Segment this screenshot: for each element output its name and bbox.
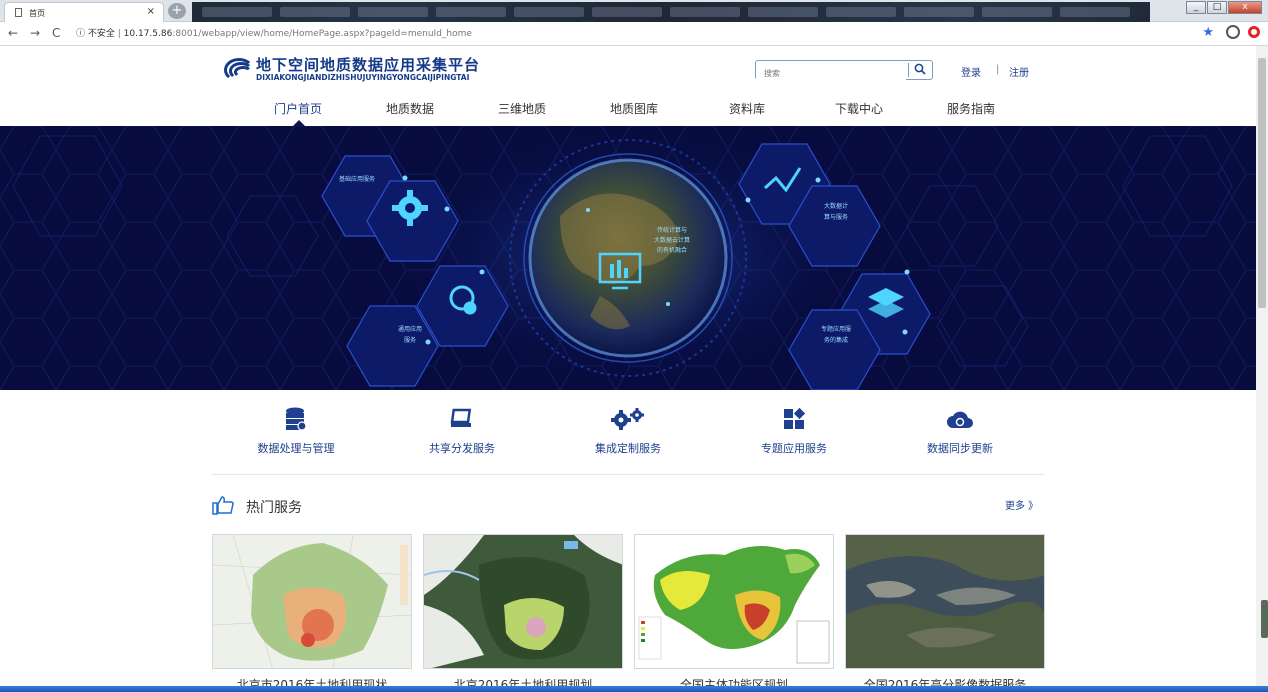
service-shortcuts: 数据处理与管理 共享分发服务 集成定制服务 专题应用服务 数据同步更新 xyxy=(0,406,1256,466)
reload-icon[interactable]: C xyxy=(52,26,60,40)
window-controls: _ □ x xyxy=(1186,1,1262,14)
hero-illustration: 基础应用服务 通用应用 服务 传统计算与 大数据云计算 的有机融合 大数据计 算… xyxy=(0,126,1256,390)
browser-tab-strip: 首页 × + _ □ x xyxy=(0,0,1268,22)
service-data-processing[interactable]: 数据处理与管理 xyxy=(236,406,356,456)
banner-label-bigdata-1: 大数据计 xyxy=(824,202,848,210)
service-sync[interactable]: 数据同步更新 xyxy=(900,406,1020,456)
section-divider xyxy=(212,474,1044,475)
nav-guide[interactable]: 服务指南 xyxy=(947,100,995,117)
search-input[interactable] xyxy=(756,64,906,83)
page-content: 地下空间地质数据应用采集平台 DIXIAKONGJIANDIZHISHUJUYI… xyxy=(0,46,1256,686)
side-panel-handle[interactable] xyxy=(1261,600,1268,638)
banner-label-basic: 基础应用服务 xyxy=(339,175,375,183)
card-caption[interactable]: 全国2016年高分影像数据服务 xyxy=(845,676,1045,686)
back-arrow-icon[interactable]: ← xyxy=(8,26,18,40)
service-label: 专题应用服务 xyxy=(761,442,827,455)
more-link[interactable]: 更多 》 xyxy=(1005,497,1038,512)
card-high-res-imagery[interactable] xyxy=(845,534,1045,669)
register-link[interactable]: 注册 xyxy=(1009,64,1029,79)
satellite-imagery-image xyxy=(846,535,1044,668)
url-path: :8001/webapp/view/home/HomePage.aspx?pag… xyxy=(172,29,472,39)
service-label: 共享分发服务 xyxy=(429,442,495,455)
security-label: 不安全 xyxy=(87,29,115,39)
card-national-function-zone[interactable] xyxy=(634,534,834,669)
site-logo[interactable]: 地下空间地质数据应用采集平台 DIXIAKONGJIANDIZHISHUJUYI… xyxy=(222,56,480,84)
banner-label-general-2: 服务 xyxy=(404,336,416,344)
hot-services-title: 热门服务 xyxy=(246,500,302,516)
os-taskbar xyxy=(0,686,1268,692)
logo-title: 地下空间地质数据应用采集平台 xyxy=(256,56,481,74)
address-bar: ← → C ⓘ 不安全 | 10.17.5.86:8001/webapp/vie… xyxy=(0,22,1268,46)
cloud-sync-icon xyxy=(900,406,1020,432)
beijing-landuse-plan-image xyxy=(424,535,622,668)
banner-label-center-2: 大数据云计算 xyxy=(654,236,690,244)
banner-label-bigdata-2: 算与服务 xyxy=(824,213,848,221)
service-label: 数据处理与管理 xyxy=(257,442,335,455)
tab-close-icon[interactable]: × xyxy=(147,6,155,17)
tab-title: 首页 xyxy=(29,9,45,18)
blurred-tabs xyxy=(192,2,1150,22)
nav-geo-data[interactable]: 地质数据 xyxy=(386,100,434,117)
nav-library[interactable]: 资料库 xyxy=(729,100,765,117)
link-divider: | xyxy=(996,64,1000,75)
new-tab-button[interactable]: + xyxy=(168,3,186,19)
extension-icon[interactable] xyxy=(1248,26,1260,38)
nav-geo-maps[interactable]: 地质图库 xyxy=(610,100,658,117)
hero-banner: 基础应用服务 通用应用 服务 传统计算与 大数据云计算 的有机融合 大数据计 算… xyxy=(0,126,1256,390)
info-icon: ⓘ xyxy=(76,29,88,39)
forward-arrow-icon[interactable]: → xyxy=(30,26,40,40)
search-icon[interactable] xyxy=(914,63,926,78)
vertical-scrollbar[interactable] xyxy=(1256,46,1268,686)
page-icon xyxy=(15,8,22,17)
url-host: 10.17.5.86 xyxy=(123,29,173,39)
service-integration[interactable]: 集成定制服务 xyxy=(568,406,688,456)
url-field[interactable]: ⓘ 不安全 | 10.17.5.86:8001/webapp/view/home… xyxy=(76,26,472,39)
nav-download[interactable]: 下载中心 xyxy=(835,100,883,117)
card-beijing-landuse-status[interactable] xyxy=(212,534,412,669)
logo-swoosh-icon xyxy=(222,56,256,84)
banner-label-center-3: 的有机融合 xyxy=(657,246,687,254)
beijing-landuse-map-image xyxy=(213,535,411,668)
gears-icon xyxy=(568,406,688,432)
search-box xyxy=(755,60,933,83)
card-caption[interactable]: 北京2016年土地利用规划 xyxy=(423,676,623,686)
apps-grid-icon xyxy=(734,406,854,432)
main-nav: 门户首页 地质数据 三维地质 地质图库 资料库 下载中心 服务指南 xyxy=(0,100,1256,122)
service-label: 数据同步更新 xyxy=(927,442,993,455)
minimize-button[interactable]: _ xyxy=(1186,1,1206,14)
database-icon xyxy=(236,406,356,432)
bookmark-star-icon[interactable]: ★ xyxy=(1202,25,1214,40)
nav-3d-geology[interactable]: 三维地质 xyxy=(498,100,546,117)
account-icon[interactable] xyxy=(1226,25,1240,39)
card-caption[interactable]: 北京市2016年土地利用现状 xyxy=(212,676,412,686)
china-function-zone-map-image xyxy=(635,535,833,668)
banner-label-topic-1: 专题应用服 xyxy=(821,325,851,333)
logo-subtitle: DIXIAKONGJIANDIZHISHUJUYINGYONGCAIJIPING… xyxy=(256,73,470,82)
banner-label-general-1: 通用应用 xyxy=(398,325,422,333)
service-share[interactable]: 共享分发服务 xyxy=(402,406,522,456)
browser-tab-home[interactable]: 首页 × xyxy=(4,2,164,22)
thumbs-up-icon xyxy=(212,495,234,519)
scrollbar-thumb[interactable] xyxy=(1258,58,1266,308)
card-caption[interactable]: 全国主体功能区规划 xyxy=(634,676,834,686)
card-beijing-landuse-plan[interactable] xyxy=(423,534,623,669)
maximize-button[interactable]: □ xyxy=(1207,1,1227,14)
share-laptop-icon xyxy=(402,406,522,432)
service-topic[interactable]: 专题应用服务 xyxy=(734,406,854,456)
service-label: 集成定制服务 xyxy=(595,442,661,455)
banner-label-topic-2: 务的集成 xyxy=(824,336,848,344)
close-window-button[interactable]: x xyxy=(1228,1,1262,14)
nav-home[interactable]: 门户首页 xyxy=(274,100,322,117)
login-link[interactable]: 登录 xyxy=(961,64,981,79)
banner-label-center-1: 传统计算与 xyxy=(657,226,687,234)
